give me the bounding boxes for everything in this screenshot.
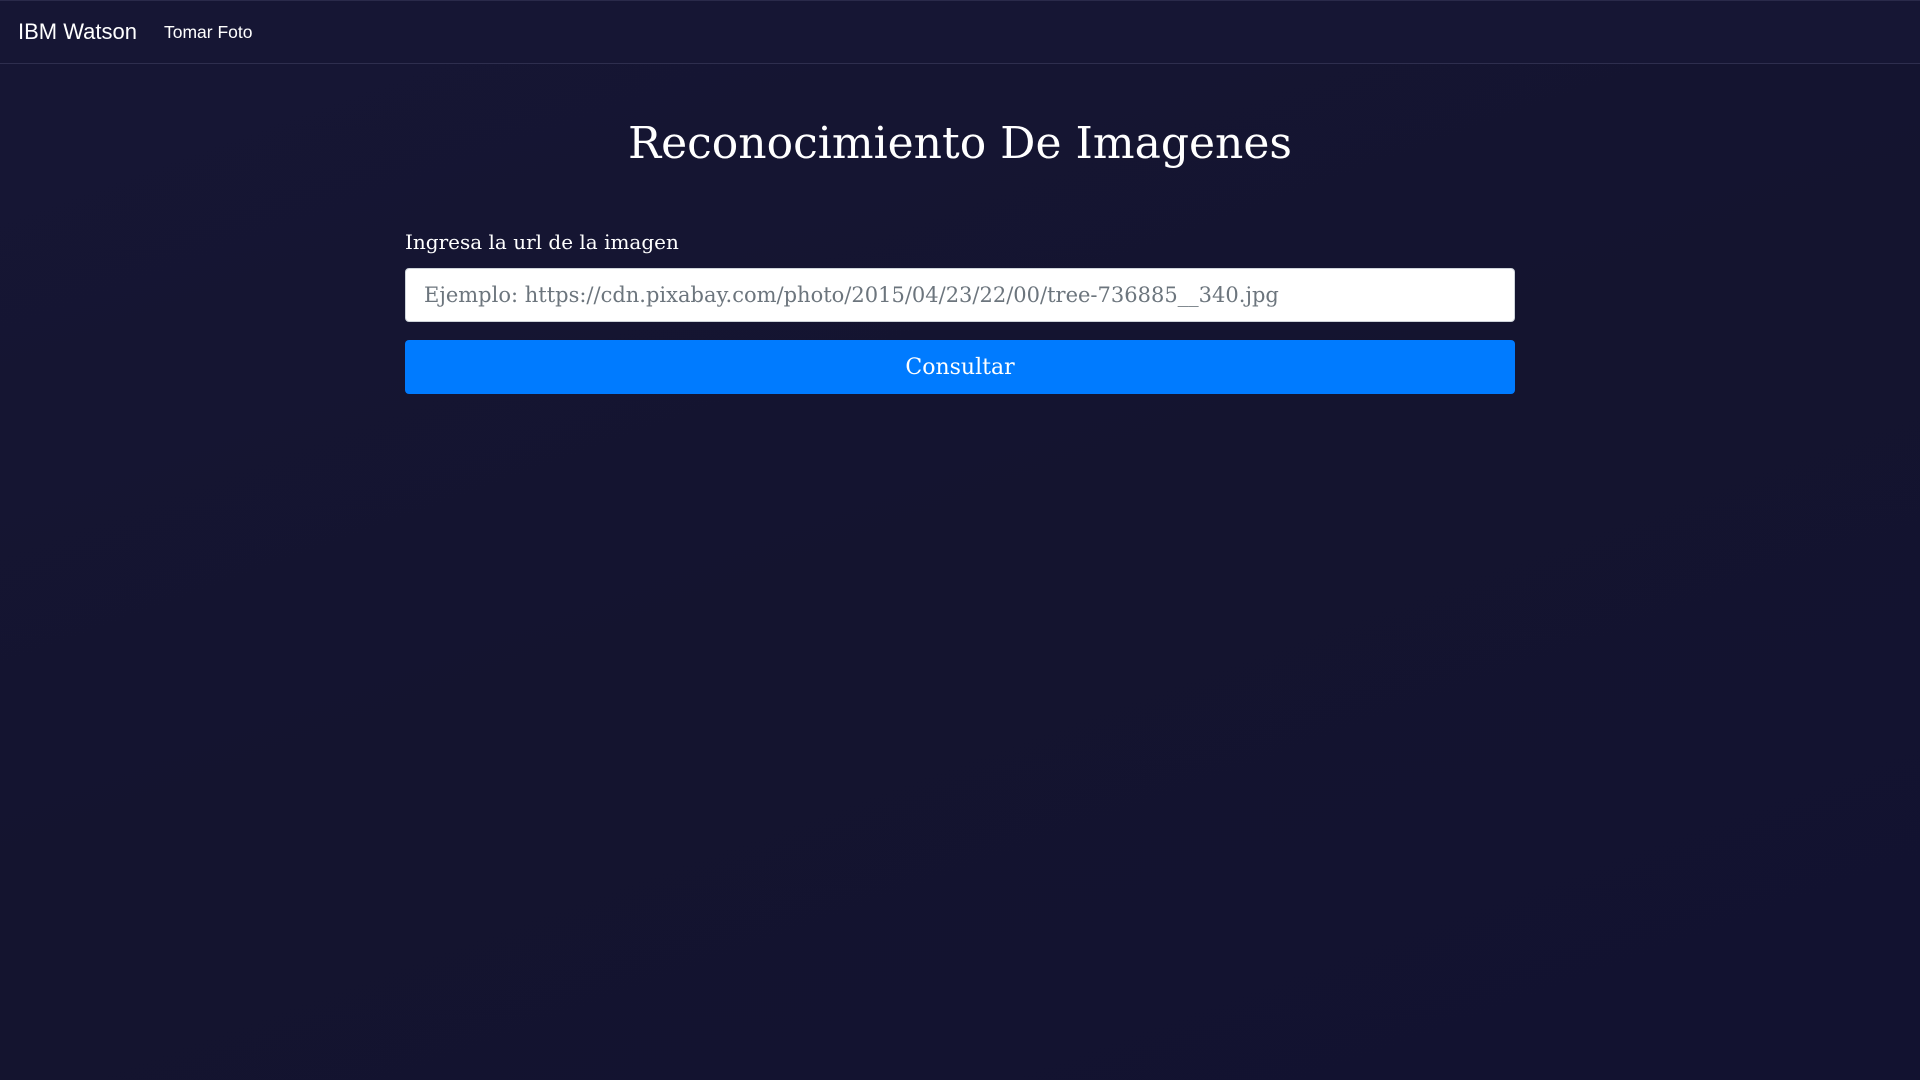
url-label: Ingresa la url de la imagen xyxy=(405,230,679,254)
page-title: Reconocimiento De Imagenes xyxy=(628,118,1292,169)
top-navbar: IBM Watson Tomar Foto xyxy=(0,0,1920,64)
url-input[interactable] xyxy=(405,268,1515,322)
url-form: Ingresa la url de la imagen Consultar xyxy=(405,226,1515,394)
nav-link-tomar-foto[interactable]: Tomar Foto xyxy=(164,22,253,43)
consultar-button[interactable]: Consultar xyxy=(405,340,1515,394)
brand-link[interactable]: IBM Watson xyxy=(18,19,137,45)
